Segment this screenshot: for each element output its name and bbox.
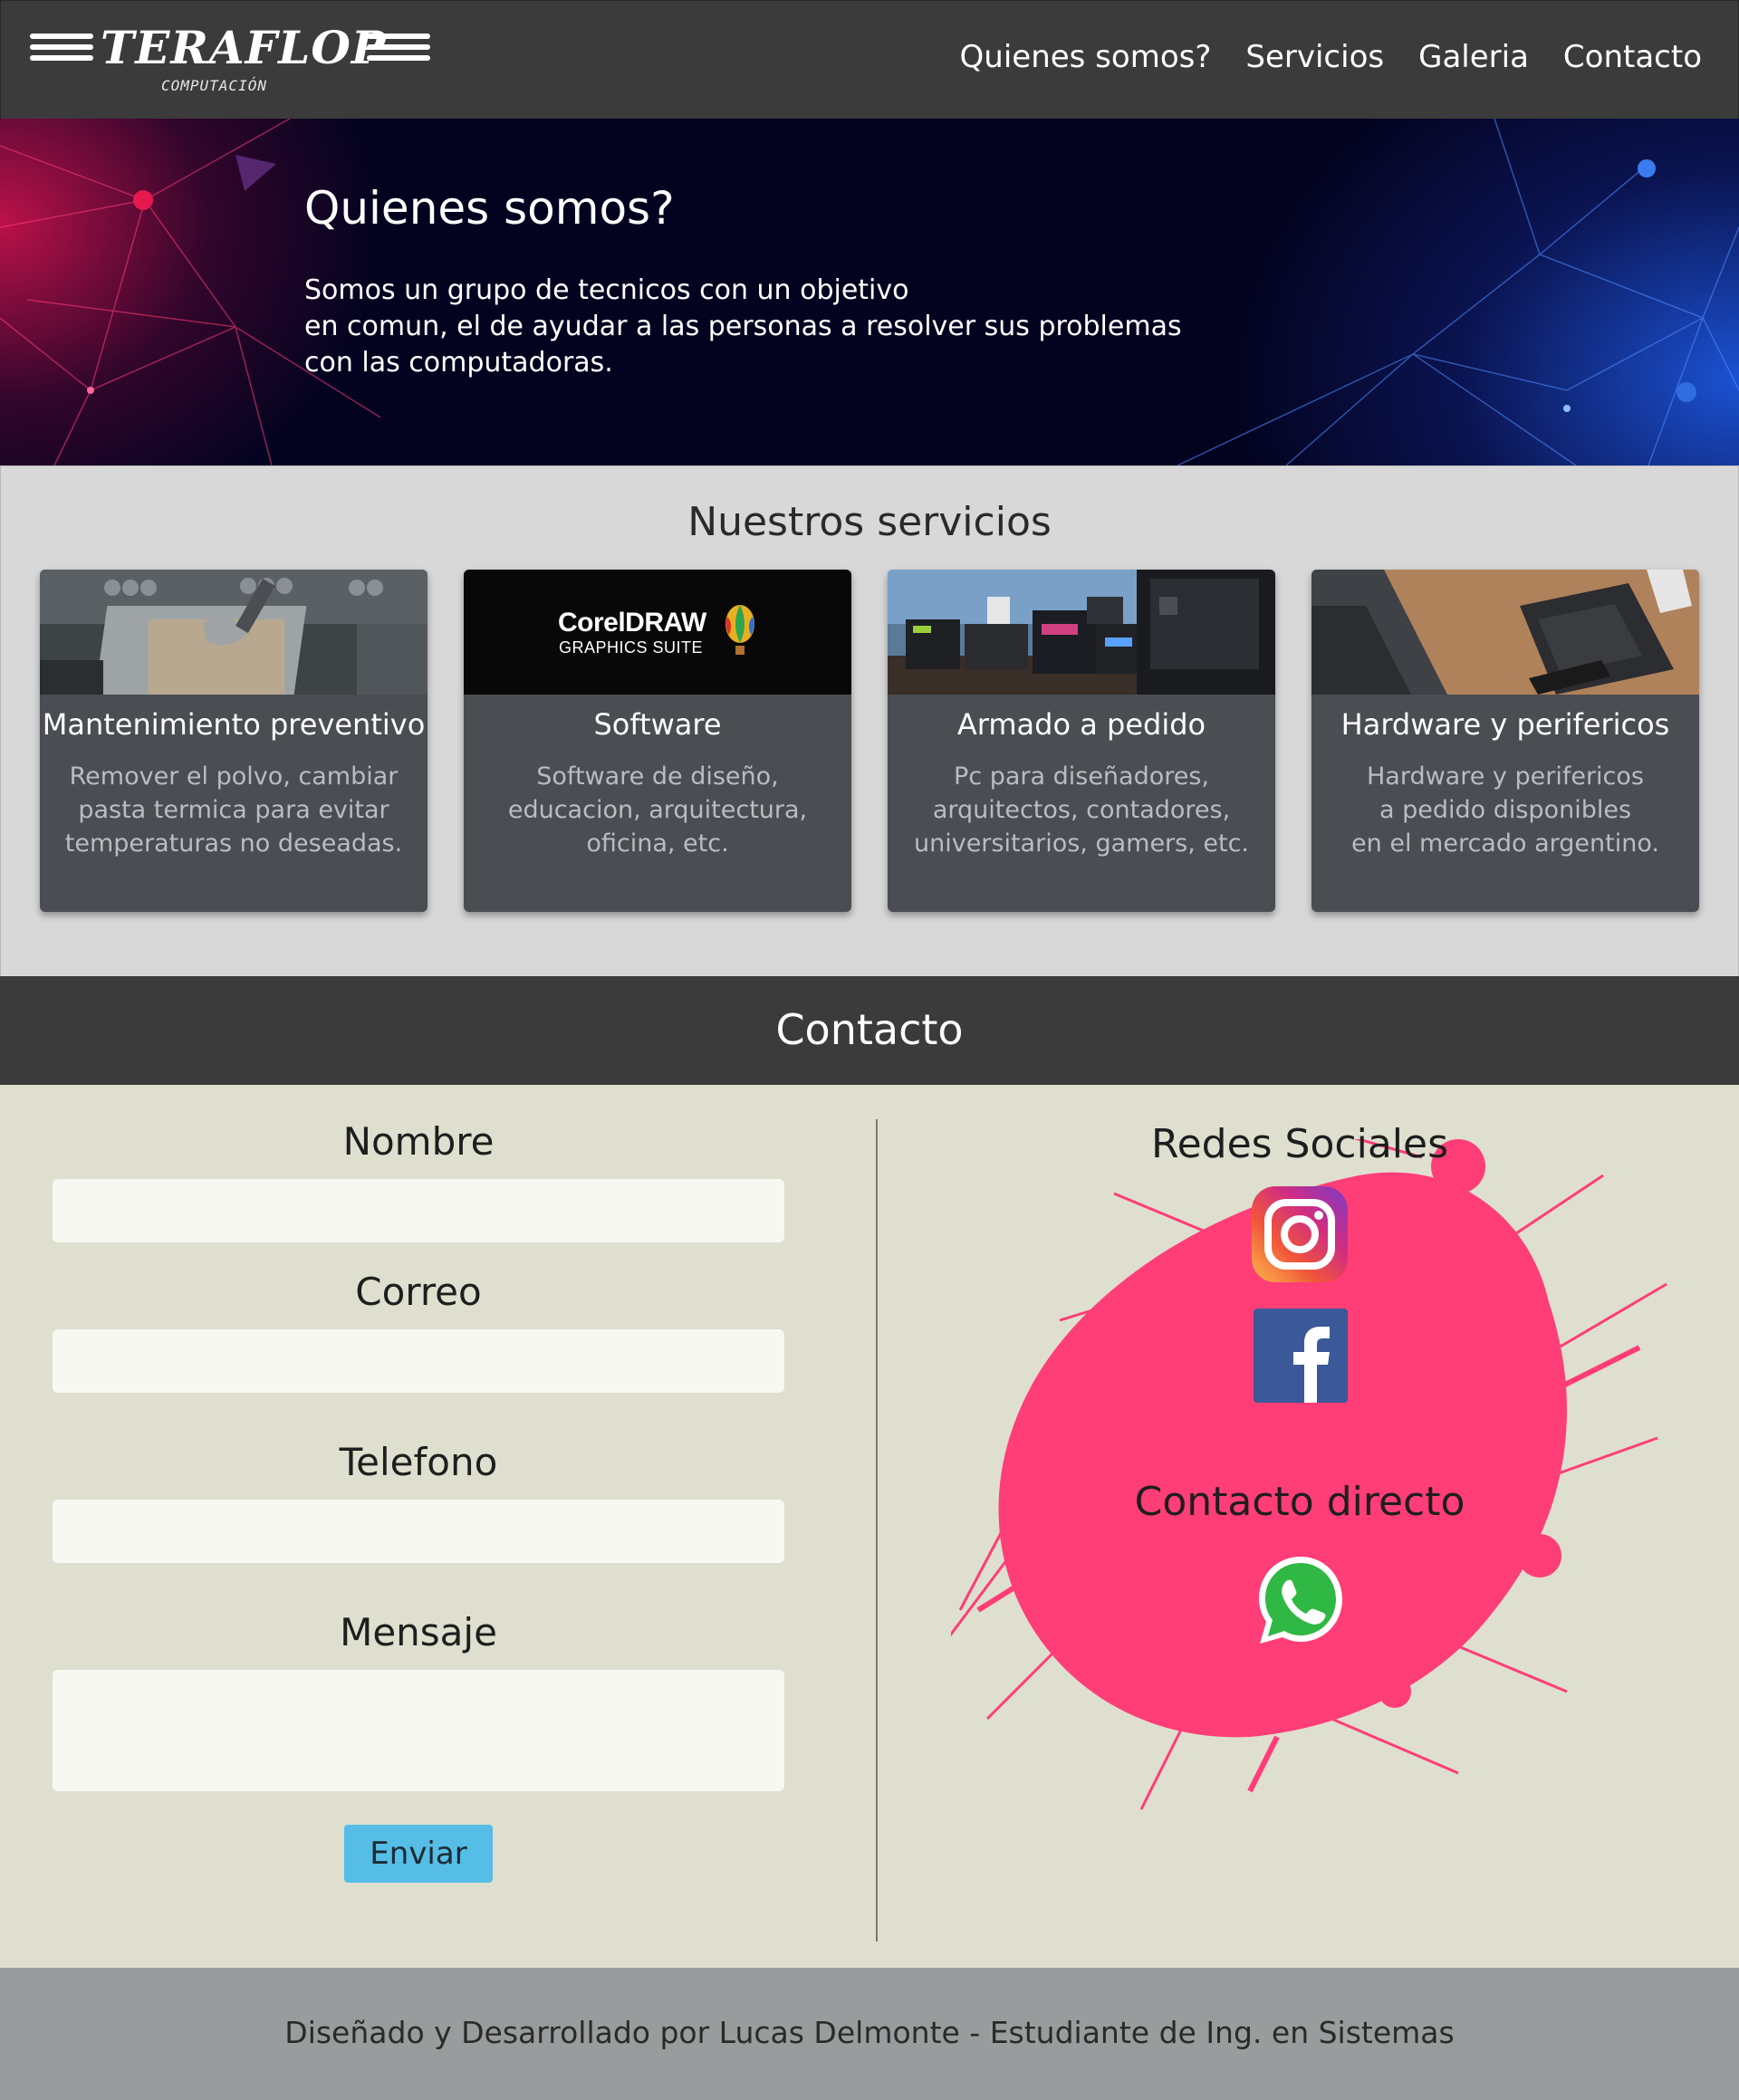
about-title: Quienes somos? [304, 182, 675, 235]
card-description: Software de diseño, educacion, arquitect… [464, 760, 851, 860]
card-line: pasta termica para evitar [78, 796, 389, 824]
about-line: en comun, el de ayudar a las personas a … [304, 311, 1182, 342]
main-nav: Quienes somos? Servicios Galeria Contact… [960, 39, 1702, 75]
services-section: Nuestros servicios Mantenimiento prevent… [0, 465, 1739, 977]
service-card-armado[interactable]: Armado a pedido Pc para diseñadores, arq… [888, 570, 1275, 912]
logo-subtitle: COMPUTACIÓN [161, 77, 267, 94]
name-input[interactable] [53, 1179, 784, 1242]
coreldraw-suite-text: GRAPHICS SUITE [559, 638, 704, 657]
card-line: Software de diseño, [536, 762, 779, 791]
site-header: TERAFLOP COMPUTACIÓN Quienes somos? Serv… [0, 0, 1739, 120]
card-line: universitarios, gamers, etc. [913, 829, 1250, 858]
page: TERAFLOP COMPUTACIÓN Quienes somos? Serv… [0, 0, 1739, 2100]
card-line: arquitectos, contadores, [932, 796, 1231, 824]
nav-link-galeria[interactable]: Galeria [1418, 39, 1529, 75]
send-button[interactable]: Enviar [344, 1825, 493, 1883]
card-line: en el mercado argentino. [1351, 829, 1659, 858]
contact-header: Contacto [0, 976, 1739, 1085]
coreldraw-text: CorelDRAW [558, 608, 706, 638]
teraflop-logo[interactable]: TERAFLOP COMPUTACIÓN [30, 21, 437, 102]
card-line: oficina, etc. [586, 829, 729, 858]
balloon-icon [725, 605, 754, 655]
card-line: educacion, arquitectura, [507, 796, 808, 824]
card-title: Armado a pedido [956, 707, 1206, 742]
whatsapp-icon[interactable] [1252, 1551, 1350, 1649]
message-label: Mensaje [340, 1610, 497, 1654]
card-line: a pedido disponibles [1379, 796, 1632, 824]
instagram-icon[interactable] [1252, 1186, 1348, 1282]
phone-input[interactable] [53, 1500, 784, 1563]
nav-link-servicios[interactable]: Servicios [1245, 39, 1384, 75]
name-label: Nombre [342, 1119, 495, 1164]
logo-bars-left [30, 34, 93, 66]
about-section: Quienes somos? Somos un grupo de tecnico… [0, 119, 1739, 465]
cpu-thermal-paste-image [40, 570, 428, 695]
service-card-hardware[interactable]: Hardware y perifericos Hardware y perife… [1311, 570, 1699, 912]
services-title: Nuestros servicios [687, 499, 1052, 545]
logo-title: TERAFLOP [101, 21, 387, 74]
logo-bars-right [367, 34, 430, 66]
nav-link-quienes-somos[interactable]: Quienes somos? [960, 39, 1212, 75]
card-title: Software [593, 707, 722, 742]
site-footer: Diseñado y Desarrollado por Lucas Delmon… [0, 1968, 1739, 2100]
card-description: Remover el polvo, cambiar pasta termica … [40, 760, 428, 860]
service-card-software[interactable]: CorelDRAW GRAPHICS SUITE Software Softwa… [464, 570, 851, 912]
service-card-mantenimiento[interactable]: Mantenimiento preventivo Remover el polv… [40, 570, 428, 912]
email-input[interactable] [53, 1329, 784, 1393]
nav-link-contacto[interactable]: Contacto [1563, 39, 1702, 75]
about-line: Somos un grupo de tecnicos con un objeti… [304, 274, 909, 306]
contact-section: Nombre Correo Telefono Mensaje Enviar Re… [0, 1085, 1739, 1968]
social-title: Redes Sociales [1150, 1121, 1449, 1167]
direct-contact-title: Contacto directo [1134, 1479, 1465, 1525]
card-description: Hardware y perifericos a pedido disponib… [1311, 760, 1699, 860]
card-line: Remover el polvo, cambiar [69, 762, 399, 791]
card-title: Mantenimiento preventivo [42, 707, 426, 742]
pc-parts-image [888, 570, 1275, 695]
card-line: Hardware y perifericos [1366, 762, 1644, 791]
coreldraw-logo-image: CorelDRAW GRAPHICS SUITE [464, 570, 851, 695]
contact-divider [876, 1119, 878, 1942]
phone-label: Telefono [339, 1440, 498, 1484]
about-description: Somos un grupo de tecnicos con un objeti… [304, 273, 1182, 381]
card-line: Pc para diseñadores, [953, 762, 1210, 791]
card-description: Pc para diseñadores, arquitectos, contad… [888, 760, 1275, 860]
about-line: con las computadoras. [304, 347, 613, 379]
card-title: Hardware y perifericos [1340, 707, 1670, 742]
ssd-drives-image [1311, 570, 1699, 695]
footer-credits: Diseñado y Desarrollado por Lucas Delmon… [284, 2015, 1455, 2050]
email-label: Correo [355, 1270, 482, 1314]
card-line: temperaturas no deseadas. [64, 829, 403, 858]
contact-title: Contacto [775, 1005, 964, 1054]
message-textarea[interactable] [53, 1670, 784, 1791]
facebook-icon[interactable] [1254, 1309, 1348, 1403]
